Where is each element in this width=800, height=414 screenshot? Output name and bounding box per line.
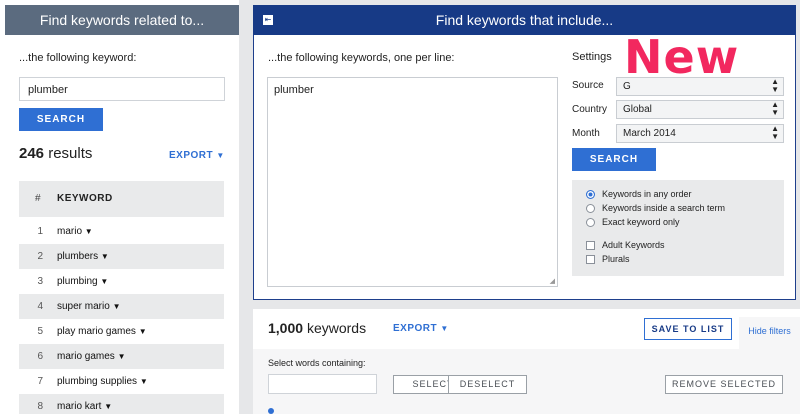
chevron-down-icon[interactable]: ▼	[104, 402, 112, 411]
keywords-count-label: keywords	[306, 320, 367, 336]
country-label: Country	[572, 104, 608, 115]
row-keyword[interactable]: play mario games ▼	[57, 319, 147, 344]
keyword-table-header: # KEYWORD	[19, 181, 224, 217]
chevron-down-icon[interactable]: ▼	[101, 252, 109, 261]
row-keyword[interactable]: plumbing ▼	[57, 269, 108, 294]
keyword-table: 1 mario ▼ 2 plumbers ▼ 3 plumbing ▼ 4 super …	[19, 219, 224, 414]
hide-filters-tab[interactable]: Hide filters	[739, 317, 800, 350]
radio-inside-term[interactable]	[586, 204, 595, 213]
row-number: 1	[37, 226, 43, 237]
row-keyword-text: mario kart	[57, 401, 102, 412]
left-export-button[interactable]: EXPORT ▼	[169, 150, 225, 161]
row-number: 7	[37, 376, 43, 387]
row-keyword-text: plumbing	[57, 276, 98, 287]
row-keyword[interactable]: plumbers ▼	[57, 244, 109, 269]
keywords-textarea[interactable]: plumber ◢	[267, 77, 558, 287]
row-keyword[interactable]: mario kart ▼	[57, 394, 112, 414]
row-keyword[interactable]: mario games ▼	[57, 344, 126, 369]
add-filter-icon[interactable]	[268, 408, 274, 414]
filter-area: Select words containing: SELECT DESELECT…	[253, 349, 800, 414]
results-count-number: 246	[19, 145, 45, 162]
chevron-down-icon[interactable]: ▼	[118, 352, 126, 361]
right-export-button[interactable]: EXPORT ▼	[393, 323, 449, 334]
right-search-button[interactable]: SEARCH	[572, 148, 656, 171]
keywords-textarea-value: plumber	[274, 84, 314, 96]
results-count-label: results	[48, 145, 93, 162]
chevron-down-icon: ▼	[216, 151, 225, 160]
table-row[interactable]: 2 plumbers ▼	[19, 244, 224, 269]
keywords-prompt: ...the following keywords, one per line:	[268, 52, 455, 64]
row-number: 5	[37, 326, 43, 337]
left-export-label: EXPORT	[169, 150, 214, 161]
remove-selected-button[interactable]: REMOVE SELECTED	[665, 375, 783, 394]
left-search-button[interactable]: SEARCH	[19, 108, 103, 131]
keyword-prompt: ...the following keyword:	[19, 52, 137, 64]
chevron-down-icon[interactable]: ▼	[140, 377, 148, 386]
collapse-icon[interactable]: ⇤	[263, 15, 273, 25]
left-panel-header: Find keywords related to...	[5, 5, 239, 35]
filter-input[interactable]	[268, 374, 377, 394]
table-row[interactable]: 1 mario ▼	[19, 219, 224, 244]
table-row[interactable]: 8 mario kart ▼	[19, 394, 224, 414]
row-keyword[interactable]: super mario ▼	[57, 294, 121, 319]
save-to-list-button[interactable]: SAVE TO LIST	[644, 318, 732, 340]
month-select[interactable]: March 2014 ▲ ▼	[616, 124, 784, 143]
row-keyword[interactable]: mario ▼	[57, 219, 93, 244]
row-number: 6	[37, 351, 43, 362]
keywords-count-number: 1,000	[268, 320, 304, 336]
select-arrows-icon: ▲ ▼	[771, 124, 779, 141]
row-keyword-text: super mario	[57, 301, 110, 312]
deselect-button[interactable]: DESELECT	[448, 375, 527, 394]
checkbox-adult[interactable]	[586, 241, 595, 250]
chevron-down-icon[interactable]: ▼	[113, 302, 121, 311]
row-number: 3	[37, 276, 43, 287]
option-inside-term: Keywords inside a search term	[602, 203, 726, 213]
filter-label: Select words containing:	[268, 358, 366, 368]
table-row[interactable]: 7 plumbing supplies ▼	[19, 369, 224, 394]
table-row[interactable]: 5 play mario games ▼	[19, 319, 224, 344]
new-badge: New	[624, 30, 740, 84]
table-row[interactable]: 4 super mario ▼	[19, 294, 224, 319]
left-panel: Find keywords related to... ...the follo…	[0, 0, 239, 414]
checkbox-plurals[interactable]	[586, 255, 595, 264]
row-keyword-text: play mario games	[57, 326, 136, 337]
chevron-down-icon: ▼	[440, 324, 449, 333]
row-keyword[interactable]: plumbing supplies ▼	[57, 369, 148, 394]
row-keyword-text: plumbing supplies	[57, 376, 138, 387]
table-row[interactable]: 3 plumbing ▼	[19, 269, 224, 294]
settings-title: Settings	[572, 51, 612, 63]
country-select-value: Global	[623, 104, 652, 115]
option-exact: Exact keyword only	[602, 217, 680, 227]
select-arrows-icon: ▲ ▼	[771, 77, 779, 94]
option-any-order: Keywords in any order	[602, 189, 692, 199]
row-keyword-text: plumbers	[57, 251, 99, 262]
month-label: Month	[572, 128, 600, 139]
row-number: 4	[37, 301, 43, 312]
check-plurals-label: Plurals	[602, 254, 630, 264]
chevron-down-icon[interactable]: ▼	[100, 277, 108, 286]
keywords-count: 1,000 keywords	[268, 320, 366, 336]
results-count: 246 results	[19, 145, 92, 162]
row-keyword-text: mario games	[57, 351, 115, 362]
row-number: 8	[37, 401, 43, 412]
select-arrows-icon: ▲ ▼	[771, 100, 779, 117]
resize-handle-icon[interactable]: ◢	[550, 277, 555, 285]
radio-exact[interactable]	[586, 218, 595, 227]
month-select-value: March 2014	[623, 128, 676, 139]
source-label: Source	[572, 80, 604, 91]
right-export-label: EXPORT	[393, 323, 438, 334]
country-select[interactable]: Global ▲ ▼	[616, 100, 784, 119]
chevron-down-icon[interactable]: ▼	[139, 327, 147, 336]
options-box: Keywords in any order Keywords inside a …	[572, 180, 784, 276]
column-number: #	[35, 193, 41, 204]
check-adult-label: Adult Keywords	[602, 240, 665, 250]
radio-any-order[interactable]	[586, 190, 595, 199]
table-row[interactable]: 6 mario games ▼	[19, 344, 224, 369]
row-keyword-text: mario	[57, 226, 83, 237]
row-number: 2	[37, 251, 43, 262]
column-keyword[interactable]: KEYWORD	[57, 193, 113, 204]
chevron-down-icon[interactable]: ▼	[85, 227, 93, 236]
keyword-input[interactable]: plumber	[19, 77, 225, 101]
